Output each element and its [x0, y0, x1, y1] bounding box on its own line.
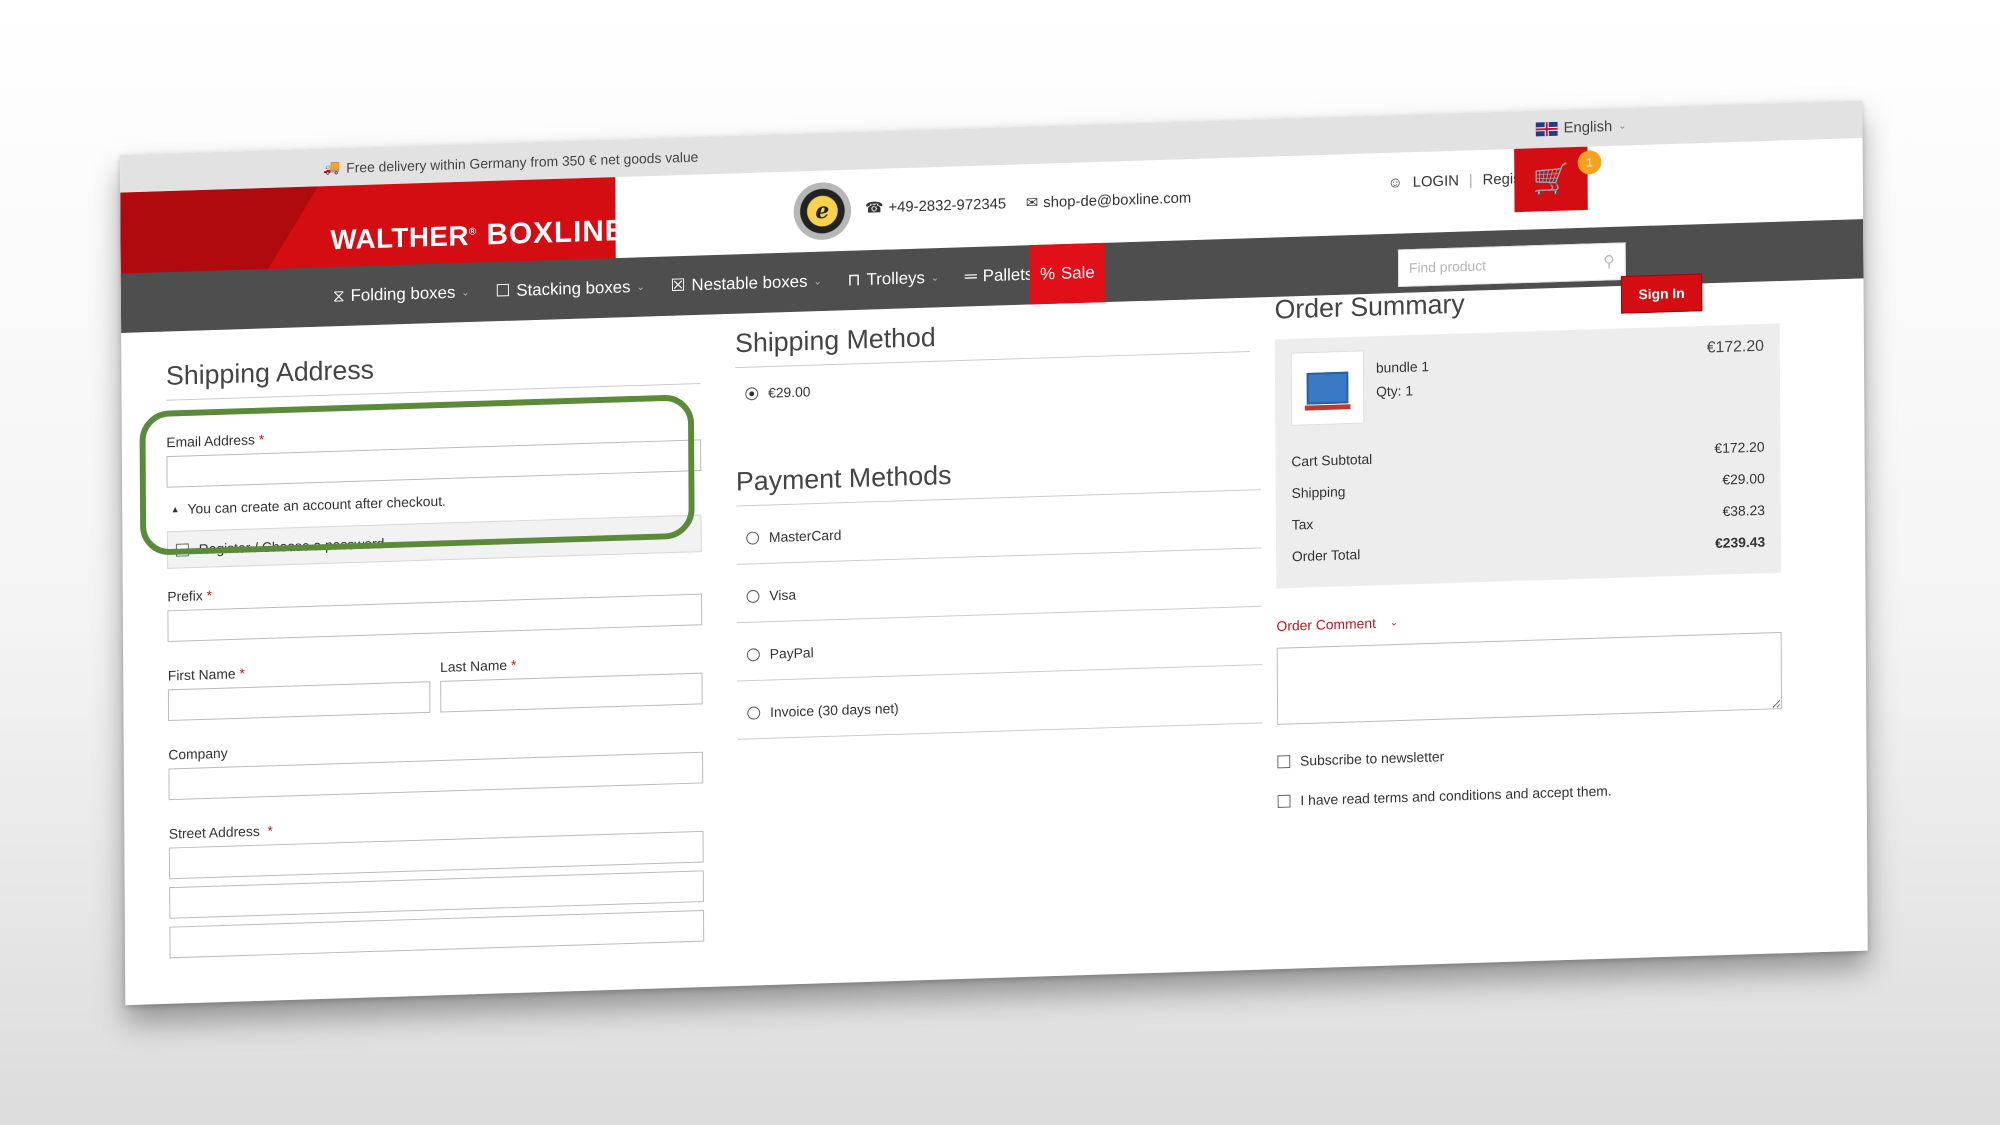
street-line-3-field[interactable]	[169, 909, 705, 959]
percent-icon: %	[1040, 264, 1056, 284]
user-icon: ☺	[1387, 174, 1403, 192]
contact-info: ☎ +49-2832-972345 ✉ shop-de@boxline.com	[865, 189, 1191, 217]
search-icon[interactable]: ⚲	[1603, 252, 1615, 272]
order-comment-toggle[interactable]: Order Comment ⌄	[1276, 602, 1781, 634]
top-bar: 🚚 Free delivery within Germany from 350 …	[120, 100, 1863, 193]
separator: |	[1468, 171, 1473, 189]
payment-radio[interactable]	[746, 589, 760, 603]
language-label: English	[1563, 118, 1613, 137]
item-price: €172.20	[1706, 337, 1764, 357]
uk-flag-icon	[1535, 121, 1558, 136]
nav-sale[interactable]: % Sale	[1029, 242, 1106, 305]
order-summary-box: bundle 1 Qty: 1 €172.20 Cart Subtotal €17…	[1274, 323, 1782, 589]
nav-nestable-boxes[interactable]: ☒ Nestable boxes ⌄	[670, 271, 821, 296]
payment-methods-section: Payment Methods MasterCard Visa PayPal I…	[735, 450, 1263, 740]
chevron-down-icon: ⌄	[1618, 120, 1627, 132]
checkout-page: 🚚 Free delivery within Germany from 350 …	[120, 100, 1868, 1006]
item-name: bundle 1	[1375, 358, 1430, 376]
pallet-icon: ═	[964, 266, 977, 286]
chevron-down-icon: ⌄	[813, 275, 822, 288]
nav-trolleys[interactable]: ⊓ Trolleys ⌄	[847, 268, 939, 291]
stacking-box-icon: ☐	[495, 281, 511, 301]
highlight-annotation	[139, 394, 695, 556]
delivery-text: Free delivery within Germany from 350 € …	[346, 148, 699, 176]
newsletter-option[interactable]: Subscribe to newsletter	[1277, 738, 1782, 770]
trusted-shops-seal-icon[interactable]: e	[793, 181, 852, 241]
folding-box-icon: ⧖	[332, 286, 345, 306]
mail-icon: ✉	[1025, 194, 1039, 212]
terms-checkbox[interactable]	[1277, 794, 1291, 808]
search-input[interactable]	[1408, 254, 1598, 276]
product-thumbnail[interactable]	[1290, 350, 1365, 426]
chevron-down-icon: ⌄	[930, 272, 940, 284]
order-summary-section: Order Summary bundle 1 Qty: 1 €172.20 Ca…	[1274, 279, 1783, 809]
last-name-label: Last Name *	[440, 656, 517, 675]
product-search: ⚲	[1397, 242, 1626, 288]
delivery-notice: 🚚 Free delivery within Germany from 350 …	[323, 148, 698, 177]
payment-radio[interactable]	[746, 531, 760, 545]
payment-radio[interactable]	[747, 705, 761, 720]
phone-icon: ☎	[864, 199, 884, 217]
cart-button[interactable]: 🛒 1	[1514, 146, 1602, 213]
terms-option[interactable]: I have read terms and conditions and acc…	[1277, 777, 1783, 809]
trolley-icon: ⊓	[847, 270, 861, 290]
cart-count-badge: 1	[1577, 150, 1602, 175]
payment-radio[interactable]	[746, 647, 760, 661]
shipping-method-section: Shipping Method €29.00	[735, 312, 1251, 419]
order-totals: Cart Subtotal €172.20 Shipping €29.00 Tax €…	[1291, 431, 1765, 572]
phone-link[interactable]: ☎ +49-2832-972345	[864, 194, 1006, 217]
cart-item: bundle 1 Qty: 1 €172.20	[1290, 337, 1765, 446]
logo-product: BOXLINE	[486, 214, 626, 252]
chevron-down-icon: ⌄	[461, 286, 470, 299]
login-link[interactable]: LOGIN	[1413, 172, 1459, 190]
first-name-label: First Name *	[167, 665, 245, 684]
newsletter-checkbox[interactable]	[1277, 754, 1291, 768]
item-qty: Qty: 1	[1376, 382, 1414, 400]
nav-stacking-boxes[interactable]: ☐ Stacking boxes ⌄	[495, 277, 645, 301]
last-name-field[interactable]	[440, 672, 703, 713]
chevron-down-icon: ⌄	[636, 281, 645, 293]
email-link[interactable]: ✉ shop-de@boxline.com	[1025, 189, 1192, 212]
order-comment-field[interactable]	[1276, 631, 1783, 725]
shipping-radio[interactable]	[745, 386, 759, 400]
shipping-address-title: Shipping Address	[165, 344, 701, 401]
chevron-down-icon: ⌄	[1389, 616, 1399, 628]
language-selector[interactable]: English ⌄	[1535, 118, 1627, 138]
cart-icon: 🛒	[1532, 162, 1570, 197]
nav-folding-boxes[interactable]: ⧖ Folding boxes ⌄	[333, 282, 470, 306]
first-name-field[interactable]	[167, 681, 431, 722]
logo-brand: WALTHER®	[330, 220, 477, 256]
nestable-box-icon: ☒	[670, 275, 686, 295]
truck-icon: 🚚	[323, 158, 341, 176]
